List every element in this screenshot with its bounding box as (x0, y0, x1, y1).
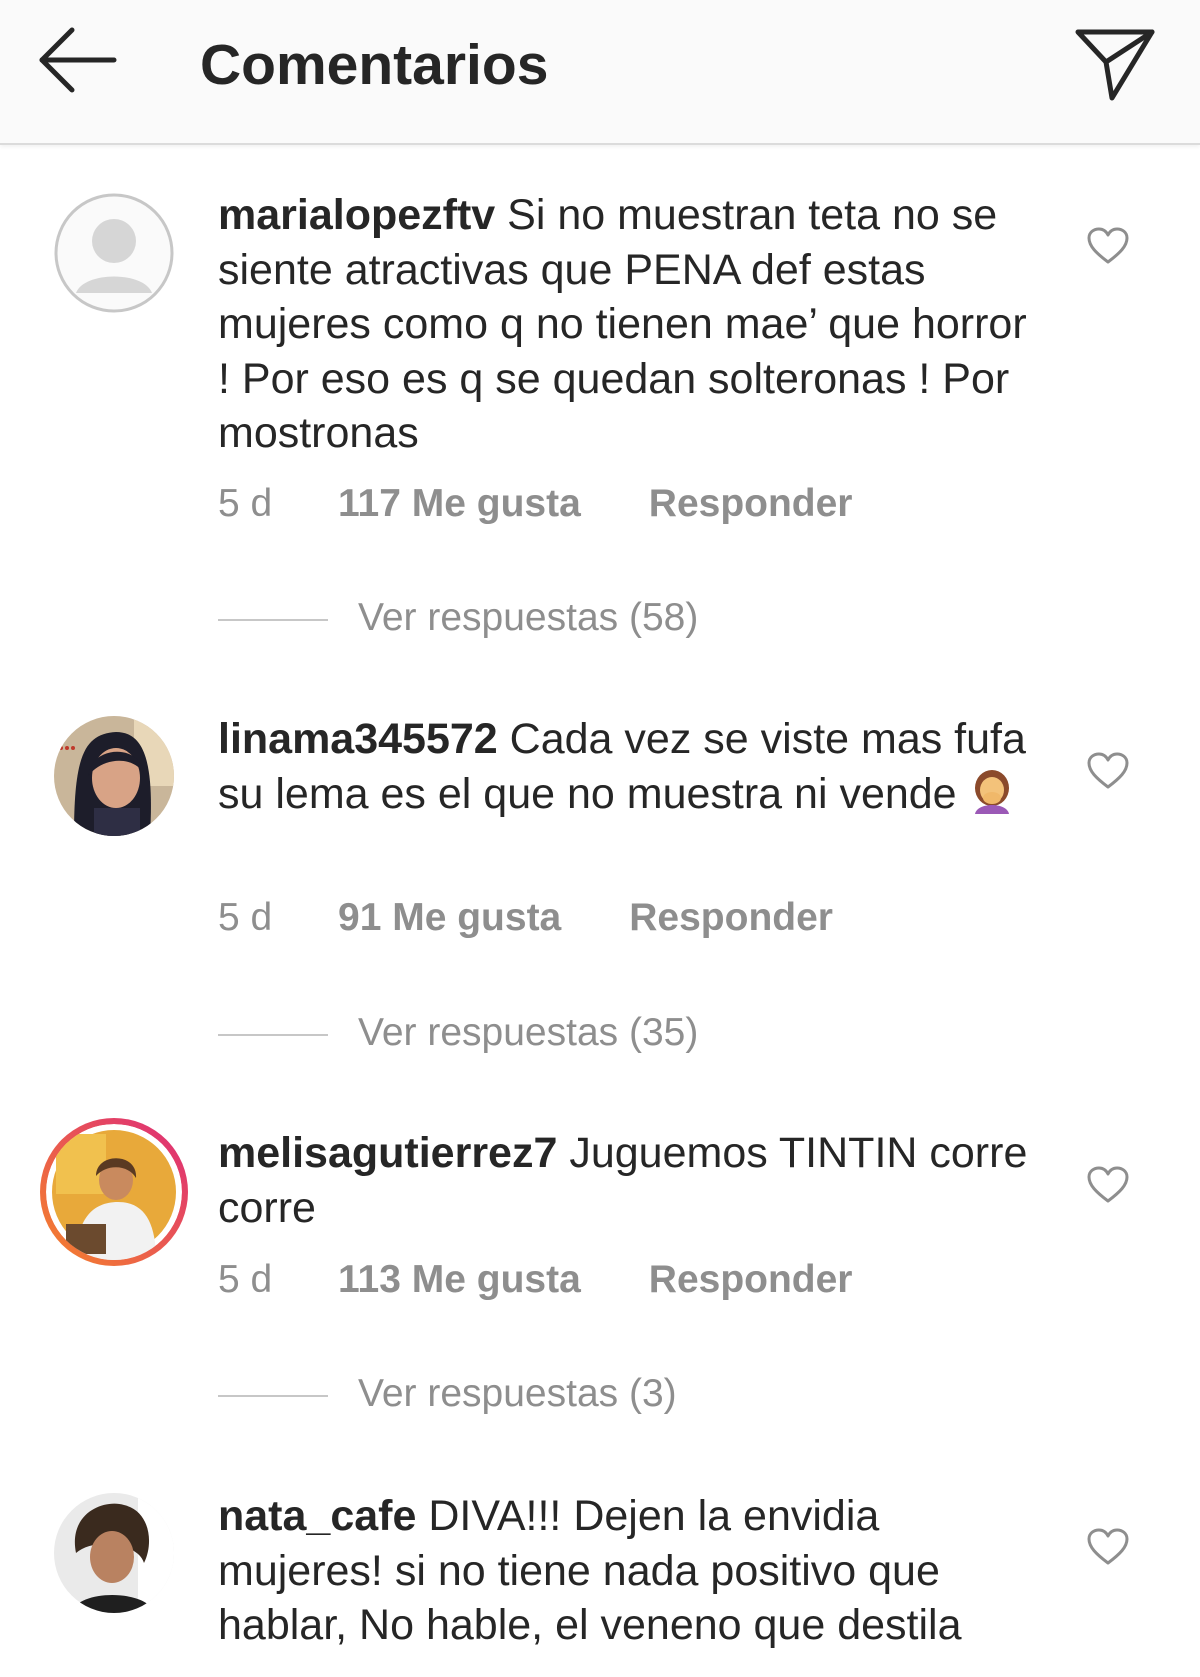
app-header: Comentarios (0, 0, 1200, 145)
comment-text-block: melisagutierrez7 Juguemos TINTIN corre c… (218, 1126, 1038, 1235)
arrow-left-icon (39, 27, 117, 93)
comment-username[interactable]: nata_cafe (218, 1492, 416, 1540)
heart-icon (1087, 227, 1129, 264)
avatar[interactable] (54, 716, 174, 836)
comment-username[interactable]: melisagutierrez7 (218, 1129, 557, 1177)
like-button[interactable] (1086, 751, 1130, 791)
user-photo-avatar (46, 1124, 182, 1260)
replies-divider (218, 1394, 328, 1397)
comment-username[interactable]: marialopezftv (218, 191, 495, 239)
like-button[interactable] (1086, 1165, 1130, 1205)
view-replies-button[interactable]: Ver respuestas (58) (218, 596, 698, 640)
share-button[interactable] (1070, 22, 1160, 112)
view-replies-button[interactable]: Ver respuestas (3) (218, 1372, 677, 1416)
view-replies-label: Ver respuestas (3) (358, 1372, 677, 1415)
replies-divider (218, 1033, 328, 1036)
user-photo-avatar (54, 716, 174, 836)
user-photo-avatar (54, 1493, 174, 1613)
avatar[interactable] (54, 193, 174, 313)
comment-meta: 5 d 117 Me gusta Responder (218, 482, 852, 526)
comment-username[interactable]: linama345572 (218, 715, 498, 763)
reply-button[interactable]: Responder (629, 896, 833, 940)
view-replies-label: Ver respuestas (58) (358, 596, 699, 639)
comment-text-block: nata_cafe DIVA!!! Dejen la envidia mujer… (218, 1489, 1038, 1653)
default-avatar-icon (54, 193, 174, 313)
like-button[interactable] (1086, 226, 1130, 266)
back-button[interactable] (30, 22, 130, 102)
like-button[interactable] (1086, 1527, 1130, 1567)
comment-time: 5 d (218, 482, 273, 525)
paper-plane-icon (1075, 29, 1155, 101)
comment-meta: 5 d 91 Me gusta Responder (218, 896, 833, 940)
avatar-with-story-ring[interactable] (40, 1118, 188, 1266)
comment-time: 5 d (218, 896, 273, 939)
heart-icon (1087, 1166, 1129, 1203)
facepalm-woman-emoji (974, 769, 1009, 814)
avatar[interactable] (54, 1493, 174, 1613)
likes-count[interactable]: 91 Me gusta (338, 896, 561, 940)
replies-divider (218, 618, 328, 621)
view-replies-label: Ver respuestas (35) (358, 1011, 699, 1054)
heart-icon (1087, 752, 1129, 789)
likes-count[interactable]: 113 Me gusta (338, 1258, 581, 1302)
comment-time: 5 d (218, 1258, 273, 1301)
page-title: Comentarios (200, 33, 549, 97)
heart-icon (1087, 1528, 1129, 1565)
comment-text-block: marialopezftv Si no muestran teta no se … (218, 188, 1038, 461)
comment-text-block: linama345572 Cada vez se viste mas fufa … (218, 712, 1038, 821)
reply-button[interactable]: Responder (649, 482, 853, 526)
comment-meta: 5 d 113 Me gusta Responder (218, 1258, 852, 1302)
likes-count[interactable]: 117 Me gusta (338, 482, 581, 526)
view-replies-button[interactable]: Ver respuestas (35) (218, 1011, 698, 1055)
reply-button[interactable]: Responder (649, 1258, 853, 1302)
